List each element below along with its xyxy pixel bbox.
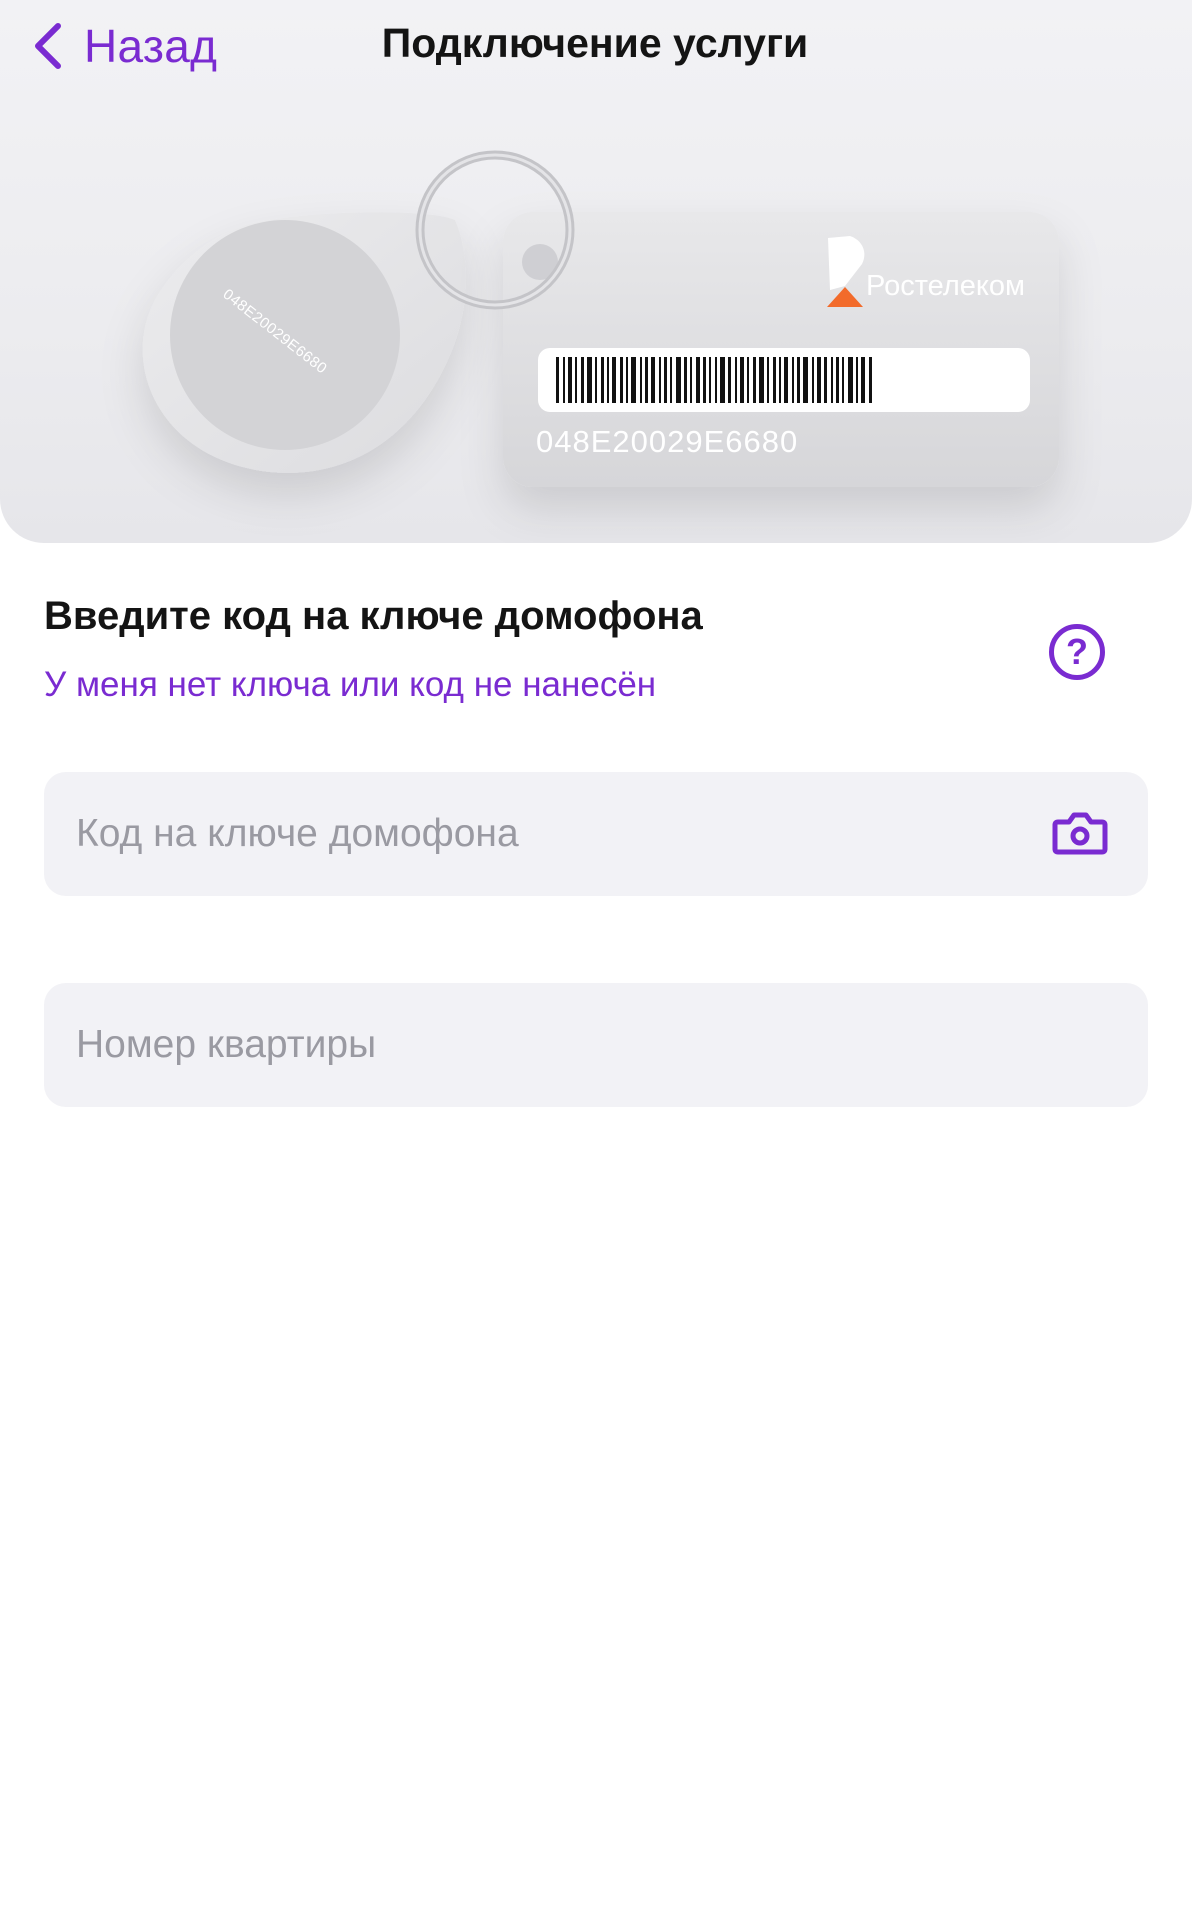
- barcode-bar: [659, 357, 661, 403]
- barcode-bar: [696, 357, 700, 403]
- section-title: Введите код на ключе домофона: [44, 594, 703, 638]
- barcode-bar: [676, 357, 681, 403]
- barcode-bar: [684, 357, 687, 403]
- barcode-bar: [670, 357, 672, 403]
- barcode-bar: [869, 357, 872, 403]
- barcode-bar: [848, 357, 853, 403]
- hero-illustration: 048E20029E6680 Ростелеком 048E20029E6680…: [0, 0, 1192, 543]
- barcode-bar: [587, 357, 592, 403]
- barcode-bar: [797, 357, 800, 403]
- back-button[interactable]: Назад: [30, 14, 217, 78]
- barcode-bar: [740, 357, 744, 403]
- barcode-bar: [747, 357, 749, 403]
- barcode-bar: [607, 357, 609, 403]
- barcode-bar: [631, 357, 636, 403]
- barcode-bar: [792, 357, 794, 403]
- key-tag-code: 048E20029E6680: [536, 424, 798, 459]
- barcode-bar: [664, 357, 667, 403]
- barcode-bar: [581, 357, 584, 403]
- barcode-bar: [575, 357, 577, 403]
- page-title: Подключение услуги: [381, 20, 809, 66]
- barcode-bar: [640, 357, 642, 403]
- barcode-bar: [773, 357, 776, 403]
- key-code-input[interactable]: [44, 772, 1148, 896]
- key-code-field[interactable]: [44, 772, 1148, 896]
- barcode-bar: [779, 357, 781, 403]
- barcode-bar: [645, 357, 648, 403]
- barcode-bar: [626, 357, 628, 403]
- barcode-bar: [861, 357, 865, 403]
- barcode-bar: [824, 357, 827, 403]
- barcode-bar: [759, 357, 764, 403]
- back-label: Назад: [84, 20, 218, 72]
- question-circle-icon[interactable]: ?: [1049, 624, 1105, 680]
- barcode-bar: [767, 357, 769, 403]
- barcode-bar: [720, 357, 725, 403]
- barcode-bar: [817, 357, 821, 403]
- apartment-input[interactable]: [44, 983, 1148, 1107]
- barcode-bar: [812, 357, 814, 403]
- barcode-bar: [856, 357, 858, 403]
- brand-name: Ростелеком: [866, 270, 1025, 302]
- barcode-bar: [709, 357, 711, 403]
- barcode-bar: [784, 357, 788, 403]
- barcode-bar: [703, 357, 706, 403]
- barcode-bar: [556, 357, 559, 403]
- barcode-bar: [601, 357, 604, 403]
- barcode-bar: [651, 357, 655, 403]
- barcode-bar: [753, 357, 756, 403]
- barcode-bar: [612, 357, 616, 403]
- barcode-bar: [595, 357, 597, 403]
- apartment-field[interactable]: [44, 983, 1148, 1107]
- barcode-bar: [620, 357, 623, 403]
- camera-icon[interactable]: [1052, 810, 1108, 856]
- barcode-bar: [831, 357, 833, 403]
- intercom-keys-illustration: 048E20029E6680 Ростелеком 048E20029E6680: [142, 150, 1059, 487]
- barcode-bar: [568, 357, 572, 403]
- barcode-bar: [836, 357, 839, 403]
- barcode-bar: [728, 357, 731, 403]
- barcode-bar: [563, 357, 565, 403]
- barcode-bar: [690, 357, 692, 403]
- barcode-bar: [842, 357, 844, 403]
- no-key-link[interactable]: У меня нет ключа или код не нанесён: [44, 665, 656, 705]
- barcode-bar: [735, 357, 737, 403]
- chevron-left-icon: [35, 23, 61, 69]
- barcode-bar: [803, 357, 808, 403]
- barcode-bar: [715, 357, 717, 403]
